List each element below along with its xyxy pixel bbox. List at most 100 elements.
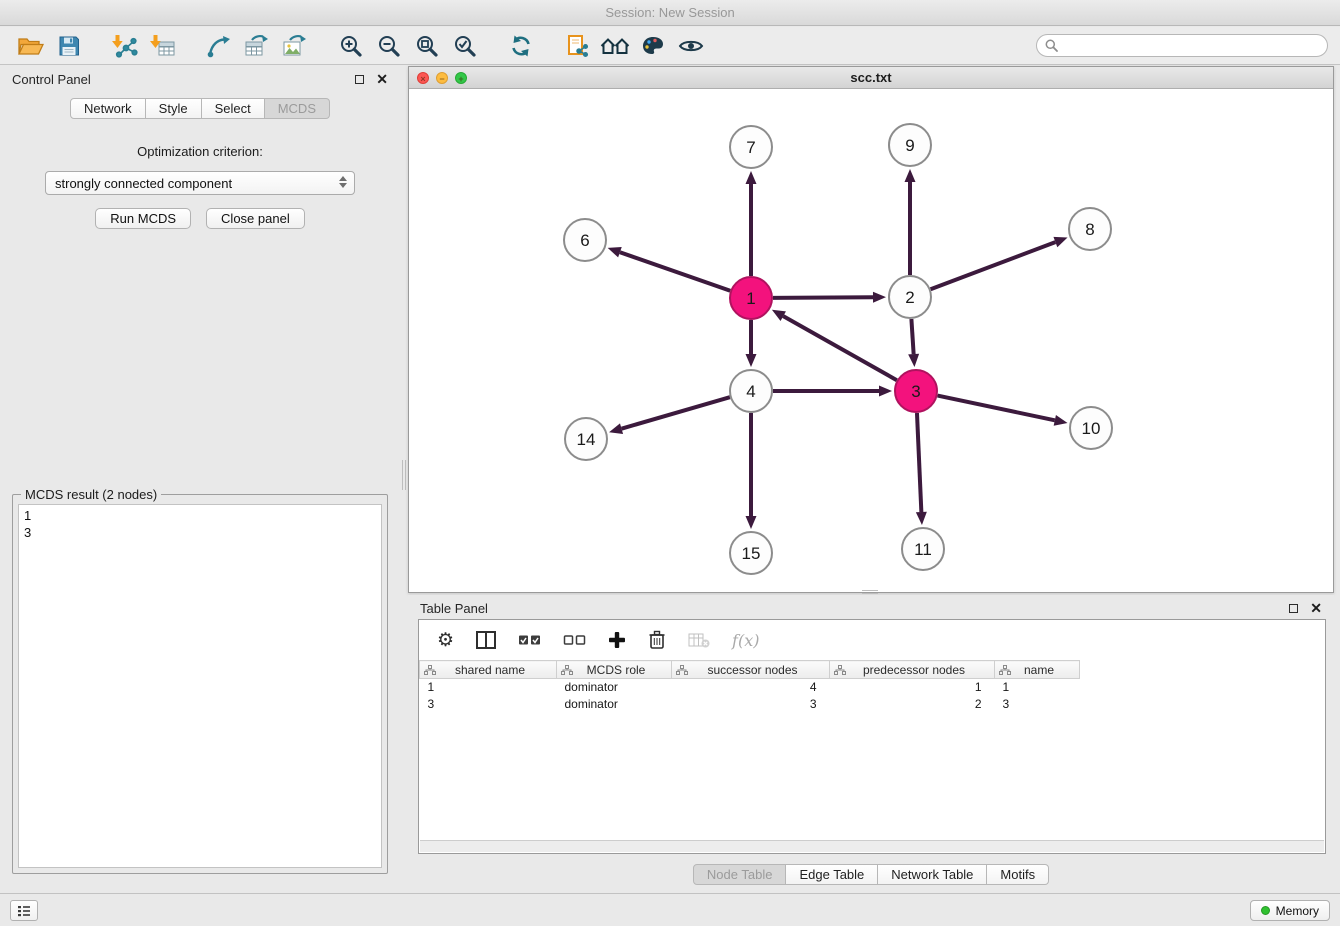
criterion-dropdown[interactable]: strongly connected component	[45, 171, 355, 195]
graph-edge-2-8[interactable]	[931, 242, 1056, 289]
close-panel-button[interactable]: Close panel	[206, 208, 305, 229]
zoom-fit-icon[interactable]	[408, 29, 446, 63]
table-toolbar: ⚙	[419, 620, 1325, 660]
graph-node-label: 15	[742, 544, 761, 563]
graph-edge-4-14[interactable]	[622, 397, 730, 429]
graph-node-label: 4	[746, 382, 755, 401]
tab-style[interactable]: Style	[146, 98, 202, 119]
table-row[interactable]: 3dominator323	[420, 696, 1080, 713]
optimization-criterion-label: Optimization criterion:	[0, 144, 400, 159]
graph-edge-arrow	[873, 292, 886, 303]
maximize-window-icon[interactable]: +	[455, 72, 467, 84]
add-column-plus-icon[interactable]	[608, 631, 626, 649]
network-canvas[interactable]: 7968124314101511	[409, 89, 1333, 592]
network-graph: 7968124314101511	[409, 89, 1333, 592]
zoom-out-icon[interactable]	[370, 29, 408, 63]
close-panel-icon[interactable]: ✕	[376, 72, 388, 86]
control-panel-header: Control Panel ✕	[0, 66, 400, 92]
column-hierarchy-icon	[676, 665, 688, 675]
panel-menu-button[interactable]	[10, 900, 38, 921]
graph-node-label: 1	[746, 289, 755, 308]
horizontal-splitter-handle[interactable]	[862, 590, 878, 594]
paint-style-icon[interactable]	[634, 29, 672, 63]
tab-select[interactable]: Select	[202, 98, 265, 119]
graph-edge-1-6[interactable]	[620, 252, 730, 291]
mcds-result-line: 3	[24, 524, 376, 541]
column-header-shared-name[interactable]: shared name	[420, 661, 557, 679]
control-panel-tabs: NetworkStyleSelectMCDS	[0, 98, 400, 119]
float-table-panel-icon[interactable]	[1289, 604, 1298, 613]
select-all-icon[interactable]	[518, 633, 541, 647]
tab-motifs[interactable]: Motifs	[987, 864, 1049, 885]
run-mcds-button[interactable]: Run MCDS	[95, 208, 191, 229]
network-window-title: scc.txt	[850, 70, 891, 85]
graph-edge-arrow	[609, 423, 623, 434]
tab-network-table[interactable]: Network Table	[878, 864, 987, 885]
table-hscrollbar[interactable]	[420, 840, 1324, 852]
unselect-all-icon[interactable]	[563, 633, 586, 647]
tab-node-table[interactable]: Node Table	[693, 864, 787, 885]
graph-node-label: 8	[1085, 220, 1094, 239]
graph-edge-arrow	[608, 247, 622, 257]
graph-edge-arrow	[916, 512, 927, 525]
open-session-icon[interactable]	[12, 29, 50, 63]
export-network-icon[interactable]	[200, 29, 238, 63]
zoom-in-icon[interactable]	[332, 29, 370, 63]
float-panel-icon[interactable]	[355, 75, 364, 84]
criterion-value: strongly connected component	[55, 176, 232, 191]
table-panel: Table Panel ✕ ⚙	[408, 595, 1334, 888]
search-field[interactable]	[1036, 34, 1328, 57]
status-bar: Memory	[0, 893, 1340, 926]
show-columns-icon[interactable]	[476, 631, 496, 649]
column-header-mcds-role[interactable]: MCDS role	[557, 661, 672, 679]
refresh-layout-icon[interactable]	[502, 29, 540, 63]
graph-edge-2-3[interactable]	[911, 319, 913, 354]
graph-edge-3-1[interactable]	[783, 316, 897, 380]
graph-node-label: 3	[911, 382, 920, 401]
table-panel-title: Table Panel	[420, 601, 488, 616]
column-header-name[interactable]: name	[995, 661, 1080, 679]
search-input[interactable]	[1063, 38, 1319, 53]
column-hierarchy-icon	[424, 665, 436, 675]
network-window-titlebar[interactable]: × − + scc.txt	[409, 67, 1333, 89]
graph-node-label: 14	[577, 430, 596, 449]
graph-node-label: 2	[905, 288, 914, 307]
import-table-icon[interactable]	[144, 29, 182, 63]
delete-column-trash-icon[interactable]	[648, 630, 666, 650]
home-views-icon[interactable]	[596, 29, 634, 63]
table-settings-gear-icon[interactable]: ⚙	[437, 631, 454, 650]
column-header-successor-nodes[interactable]: successor nodes	[672, 661, 830, 679]
tab-network[interactable]: Network	[70, 98, 146, 119]
graph-edge-3-10[interactable]	[938, 396, 1055, 421]
minimize-window-icon[interactable]: −	[436, 72, 448, 84]
mcds-result-fieldset: MCDS result (2 nodes) 13	[12, 494, 388, 874]
graph-edge-arrow	[1054, 415, 1068, 426]
export-table-icon[interactable]	[238, 29, 276, 63]
graph-edge-3-11[interactable]	[917, 413, 921, 512]
show-hide-eye-icon[interactable]	[672, 29, 710, 63]
tab-edge-table[interactable]: Edge Table	[786, 864, 878, 885]
tab-mcds[interactable]: MCDS	[265, 98, 330, 119]
mcds-result-title: MCDS result (2 nodes)	[21, 487, 161, 502]
node-table: shared nameMCDS rolesuccessor nodesprede…	[419, 660, 1080, 713]
import-network-icon[interactable]	[106, 29, 144, 63]
graph-node-label: 7	[746, 138, 755, 157]
graph-edge-1-2[interactable]	[773, 297, 873, 298]
graph-node-label: 9	[905, 136, 914, 155]
list-menu-icon	[17, 905, 31, 917]
apply-layout-icon[interactable]	[558, 29, 596, 63]
close-table-panel-icon[interactable]: ✕	[1310, 601, 1322, 615]
graph-edge-arrow	[1053, 237, 1067, 247]
memory-label: Memory	[1276, 904, 1319, 918]
export-image-icon[interactable]	[276, 29, 314, 63]
control-panel: Control Panel ✕ NetworkStyleSelectMCDS O…	[0, 66, 400, 888]
close-window-icon[interactable]: ×	[417, 72, 429, 84]
memory-button[interactable]: Memory	[1250, 900, 1330, 921]
column-header-predecessor-nodes[interactable]: predecessor nodes	[830, 661, 995, 679]
zoom-selected-icon[interactable]	[446, 29, 484, 63]
save-session-icon[interactable]	[50, 29, 88, 63]
vertical-splitter-handle[interactable]	[402, 460, 406, 490]
mcds-result-list[interactable]: 13	[18, 504, 382, 868]
app-titlebar: Session: New Session	[0, 0, 1340, 26]
table-row[interactable]: 1dominator411	[420, 679, 1080, 696]
